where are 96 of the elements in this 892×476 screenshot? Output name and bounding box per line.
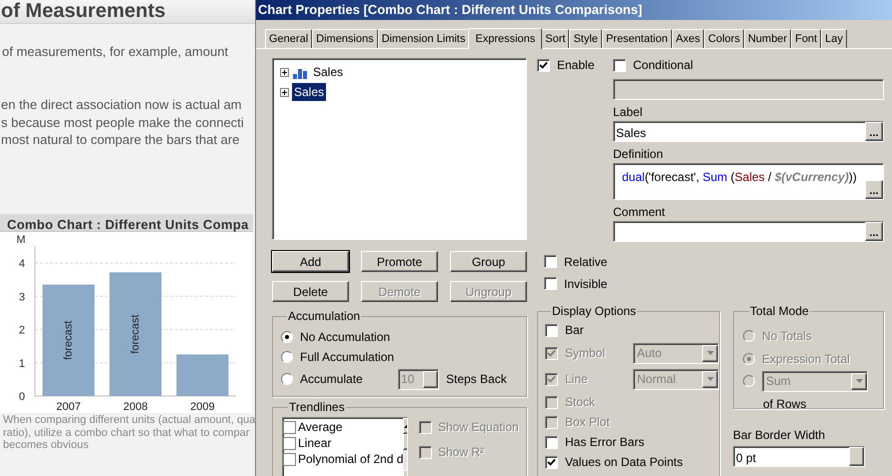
checkbox-label: Values on Data Points bbox=[565, 454, 683, 471]
group-title: Trendlines bbox=[288, 401, 346, 413]
group-title: Total Mode bbox=[749, 305, 810, 317]
group-title: Accumulation bbox=[287, 310, 362, 322]
dropdown-arrow-icon bbox=[706, 377, 714, 381]
axis-unit-label: M bbox=[16, 234, 26, 246]
radio-label: Accumulate bbox=[300, 371, 364, 388]
axis-tick-label: 0 bbox=[18, 391, 25, 403]
checkbox[interactable] bbox=[545, 324, 558, 336]
checkbox-label: Linear bbox=[298, 435, 332, 451]
browse-button[interactable]: ... bbox=[865, 180, 883, 199]
checkbox[interactable] bbox=[283, 436, 296, 450]
dropdown-label: of Rows bbox=[763, 396, 808, 413]
checkbox-label: Conditional bbox=[633, 57, 694, 74]
spin-field[interactable]: 0 pt bbox=[733, 446, 865, 467]
expression-item[interactable]: Sales bbox=[311, 63, 346, 81]
checkbox[interactable] bbox=[283, 452, 296, 466]
bar-value-label: forecast bbox=[130, 314, 142, 354]
checkbox[interactable] bbox=[545, 436, 558, 448]
dropdown-arrow-icon bbox=[706, 351, 714, 355]
checkbox[interactable] bbox=[613, 58, 626, 72]
axis-tick-label: 3 bbox=[18, 291, 25, 304]
chart-caption: When comparing different units (actual amount, qua ratio), utilize a combo chart so that what to compar becomes obvious bbox=[3, 414, 255, 452]
tab[interactable]: Font bbox=[791, 29, 822, 48]
checkbox-label: Bar bbox=[565, 322, 584, 339]
axis-category-label: 2009 bbox=[190, 401, 215, 413]
radio-label: No Accumulation bbox=[300, 329, 390, 346]
checkbox[interactable] bbox=[545, 456, 558, 468]
spin-label: Steps Back bbox=[446, 371, 507, 388]
text-field[interactable]: ... bbox=[613, 221, 884, 242]
radio-button[interactable] bbox=[281, 351, 293, 363]
tab[interactable]: Colors bbox=[704, 29, 744, 48]
radio-label: Expression Total bbox=[762, 350, 850, 368]
field-label: Label bbox=[613, 105, 644, 119]
checkbox-label: Box Plot bbox=[565, 414, 610, 431]
tab[interactable]: Dimensions bbox=[312, 29, 378, 48]
checkbox-label: Relative bbox=[564, 254, 608, 270]
body-text: en the direct association now is actual am s because most people make the connecti most natural to compare the bars that are bbox=[0, 96, 245, 148]
tab[interactable]: Style bbox=[569, 29, 602, 48]
expand-icon[interactable] bbox=[280, 88, 289, 96]
tab[interactable]: Lay bbox=[821, 29, 847, 48]
checkbox-label: Enable bbox=[557, 57, 594, 74]
checkbox[interactable] bbox=[544, 255, 557, 268]
checkbox[interactable] bbox=[544, 277, 557, 290]
checkbox-label: Average bbox=[298, 419, 342, 435]
axis-category-label: 2007 bbox=[56, 401, 81, 413]
dropdown-arrow-icon bbox=[856, 379, 862, 383]
bar-value-label: forecast bbox=[62, 320, 74, 360]
axis-category-label: 2008 bbox=[123, 401, 148, 413]
checkbox-label: Polynomial of 2nd d bbox=[298, 451, 404, 467]
checkbox-label: Show R² bbox=[438, 444, 484, 461]
dialog-title: Chart Properties [Combo Chart : Different Units Comparisons] bbox=[258, 1, 642, 20]
chart-bar bbox=[176, 354, 228, 396]
trendline-list[interactable]: Average Linear Polynomial of 2nd d bbox=[282, 417, 408, 476]
tab[interactable]: Presentation bbox=[602, 29, 672, 48]
checkbox[interactable] bbox=[283, 420, 296, 434]
text-field[interactable]: Sales ... bbox=[613, 121, 884, 142]
radio-button[interactable] bbox=[281, 373, 293, 385]
checkbox-label: Symbol bbox=[565, 345, 606, 362]
expand-icon[interactable] bbox=[280, 68, 289, 76]
page-heading: of Measurements bbox=[0, 0, 166, 22]
field-label: Bar Border Width bbox=[733, 428, 826, 442]
axis-tick-label: 4 bbox=[18, 258, 25, 270]
text-field[interactable]: dual('forecast', Sum (Sales / $(vCurrency))) ... bbox=[613, 163, 884, 200]
tab[interactable]: Sort bbox=[541, 29, 570, 48]
checkbox-label: Show Equation bbox=[438, 419, 519, 436]
body-text: of measurements, for example, amount bbox=[1, 43, 230, 61]
group-title: Display Options bbox=[551, 305, 638, 317]
expression-list[interactable]: Sales Sales bbox=[272, 58, 527, 240]
axis-tick-label: 1 bbox=[18, 358, 25, 370]
radio-button[interactable] bbox=[281, 331, 293, 343]
dialog-button[interactable]: Group bbox=[450, 251, 527, 272]
checkbox[interactable] bbox=[537, 58, 550, 72]
checkbox-label: Invisible bbox=[564, 276, 608, 292]
condition-field[interactable] bbox=[613, 79, 884, 100]
field-label: Comment bbox=[613, 205, 666, 219]
tab[interactable]: Number bbox=[744, 29, 792, 48]
dialog-button[interactable]: Promote bbox=[361, 251, 438, 272]
expression-item[interactable]: Sales bbox=[292, 83, 326, 101]
tab[interactable]: Axes bbox=[672, 29, 704, 48]
checkbox-label: Stock bbox=[565, 394, 596, 411]
tab[interactable]: Expressions bbox=[468, 28, 542, 49]
axis-tick-label: 2 bbox=[18, 324, 25, 336]
chart-title: Combo Chart : Different Units Compa bbox=[7, 216, 249, 234]
field-label: Definition bbox=[613, 147, 664, 161]
browse-button[interactable]: ... bbox=[865, 122, 883, 141]
dialog-button[interactable]: Add bbox=[272, 251, 349, 272]
browse-button[interactable]: ... bbox=[865, 222, 883, 241]
checkbox-label: Has Error Bars bbox=[565, 434, 644, 451]
radio-label: Full Accumulation bbox=[300, 349, 394, 366]
radio-label: No Totals bbox=[762, 328, 812, 344]
dialog-button[interactable]: Delete bbox=[272, 281, 349, 302]
tab[interactable]: General bbox=[265, 29, 312, 48]
tab[interactable]: Dimension Limits bbox=[378, 29, 470, 48]
checkbox-label: Line bbox=[565, 371, 589, 388]
expression-text: dual('forecast', Sum (Sales / $(vCurrency))) bbox=[621, 169, 858, 186]
